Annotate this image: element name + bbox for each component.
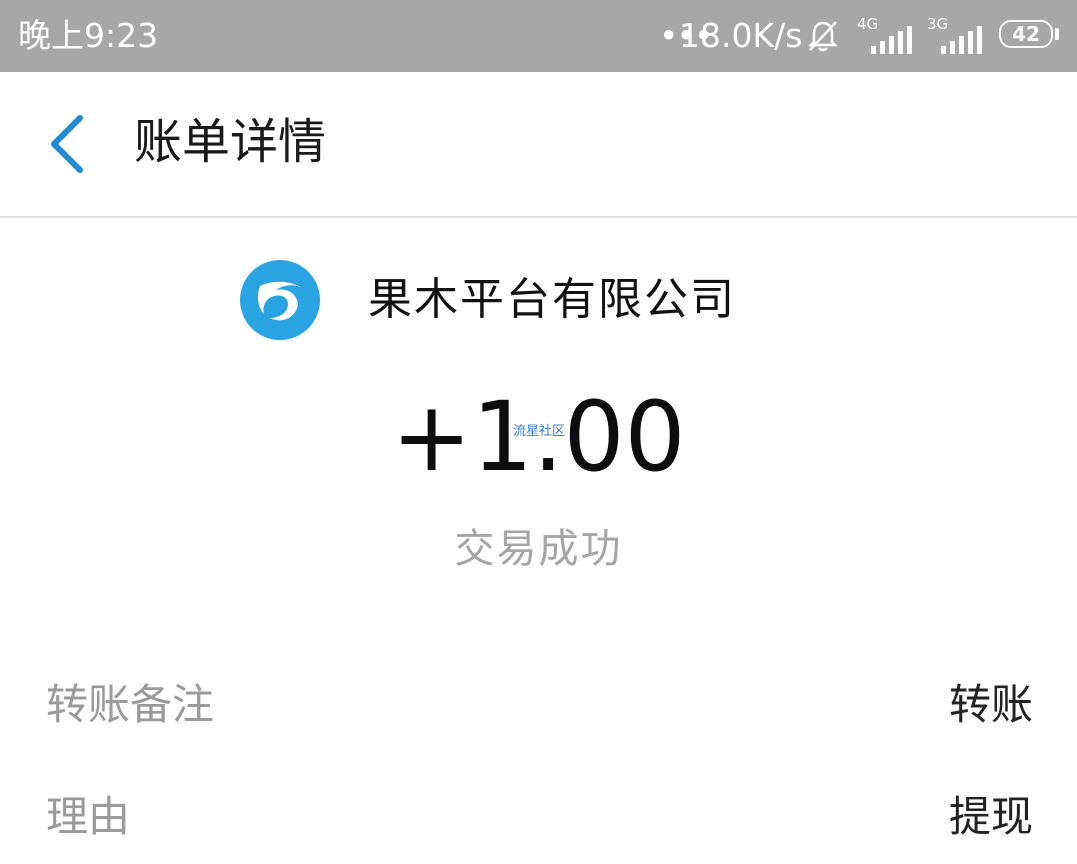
signal-4g-icon: 4G bbox=[857, 16, 917, 54]
battery-icon: 42 bbox=[999, 20, 1053, 48]
detail-value: 转账 bbox=[948, 680, 1033, 729]
watermark-text: 流星社区 bbox=[513, 424, 566, 439]
network-speed: 18.0K/s bbox=[679, 16, 803, 55]
bell-muted-icon bbox=[807, 21, 839, 52]
detail-row-reason: 理由 提现 bbox=[0, 782, 1077, 852]
back-button[interactable] bbox=[36, 104, 100, 184]
header-bar: 账单详情 bbox=[0, 72, 1077, 218]
merchant-logo-icon bbox=[240, 260, 320, 340]
battery-tip bbox=[1055, 28, 1059, 40]
detail-row-remark: 转账备注 转账 bbox=[0, 670, 1077, 740]
detail-label: 理由 bbox=[46, 792, 131, 841]
chevron-left-icon bbox=[51, 115, 83, 173]
status-time: 晚上9:23 bbox=[18, 16, 159, 55]
detail-label: 转账备注 bbox=[46, 680, 215, 729]
merchant-name: 果木平台有限公司 bbox=[368, 274, 736, 325]
signal-3g-icon: 3G bbox=[927, 16, 987, 54]
transaction-status: 交易成功 bbox=[454, 526, 623, 572]
battery-level: 42 bbox=[1012, 22, 1040, 46]
detail-value: 提现 bbox=[948, 792, 1033, 841]
page-title: 账单详情 bbox=[134, 114, 327, 170]
status-bar: 晚上9:23 ••• 18.0K/s 4G 3G 42 bbox=[0, 0, 1077, 72]
